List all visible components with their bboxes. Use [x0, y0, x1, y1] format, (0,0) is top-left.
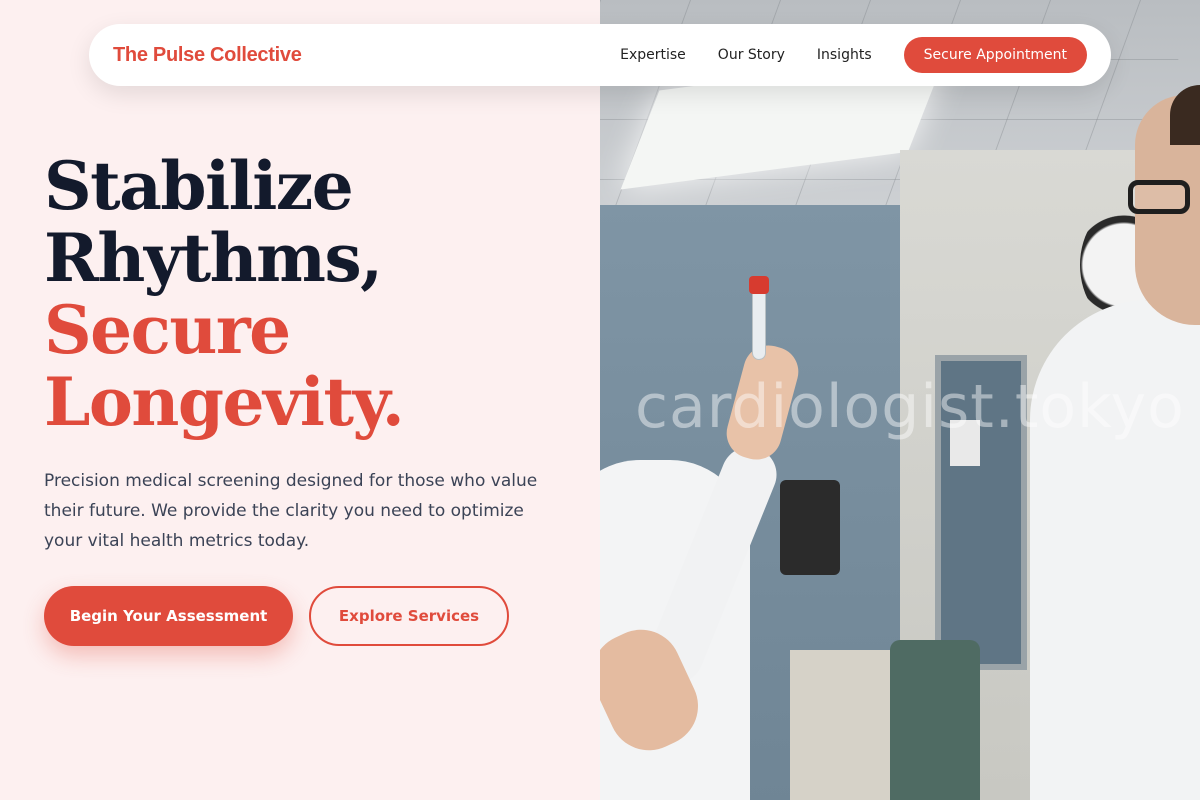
hero-title: Stabilize Rhythms, Secure Longevity.: [44, 147, 405, 441]
towel-dispenser: [780, 480, 840, 575]
explore-services-button[interactable]: Explore Services: [309, 586, 509, 646]
glasses: [1128, 180, 1190, 214]
nav-link-insights[interactable]: Insights: [817, 47, 872, 63]
hero-title-accent-line: Secure: [44, 291, 291, 369]
hero-description: Precision medical screening designed for…: [44, 471, 538, 551]
hero-title-line: Stabilize: [44, 147, 354, 225]
exam-chair: [890, 640, 980, 800]
begin-assessment-button[interactable]: Begin Your Assessment: [44, 586, 293, 646]
hero-title-accent-line: Longevity.: [44, 363, 405, 441]
secure-appointment-button[interactable]: Secure Appointment: [903, 37, 1087, 73]
nav-link-expertise[interactable]: Expertise: [620, 47, 686, 63]
nav-link-our-story[interactable]: Our Story: [718, 47, 785, 63]
nav-links: Expertise Our Story Insights Secure Appo…: [620, 37, 1087, 73]
test-tube-cap: [749, 276, 769, 294]
hero-title-line: Rhythms,: [44, 219, 383, 297]
hero-photo: cardiologist.tokyo: [600, 0, 1200, 800]
photo-watermark: cardiologist.tokyo: [635, 372, 1185, 442]
top-navbar: The Pulse Collective Expertise Our Story…: [89, 24, 1111, 86]
brand-logo[interactable]: The Pulse Collective: [113, 44, 302, 67]
